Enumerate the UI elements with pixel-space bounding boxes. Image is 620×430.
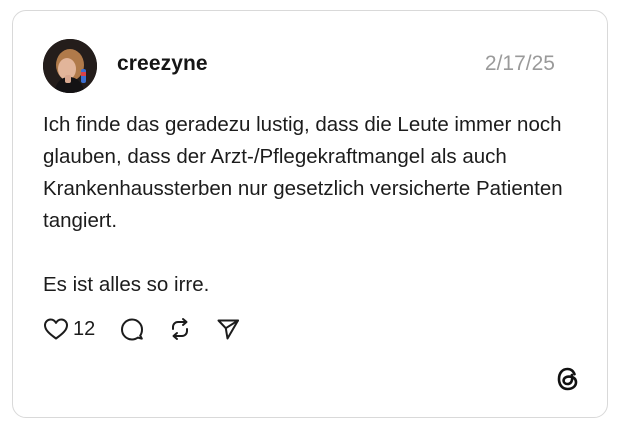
avatar-image bbox=[43, 39, 97, 93]
repost-icon bbox=[172, 318, 189, 340]
send-icon bbox=[217, 319, 240, 340]
action-bar: 12 bbox=[43, 313, 241, 345]
username[interactable]: creezyne bbox=[117, 52, 208, 76]
like-count: 12 bbox=[73, 317, 96, 340]
heart-icon bbox=[44, 318, 68, 340]
post-body: Ich finde das geradezu lustig, dass die … bbox=[43, 109, 583, 301]
post-card: creezyne 2/17/25 Ich finde das geradezu … bbox=[12, 10, 608, 418]
post-paragraph: Ich finde das geradezu lustig, dass die … bbox=[43, 113, 563, 232]
threads-logo-icon[interactable] bbox=[555, 365, 581, 393]
like-button[interactable]: 12 bbox=[43, 317, 95, 341]
comment-button[interactable] bbox=[119, 316, 145, 342]
post-date: 2/17/25 bbox=[484, 52, 555, 75]
repost-button[interactable] bbox=[167, 316, 193, 342]
comment-bubble-icon bbox=[121, 318, 144, 341]
post-paragraph: Es ist alles so irre. bbox=[43, 273, 210, 296]
share-button[interactable] bbox=[215, 316, 241, 342]
avatar[interactable] bbox=[43, 39, 97, 93]
threads-logo-glyph bbox=[557, 367, 578, 391]
